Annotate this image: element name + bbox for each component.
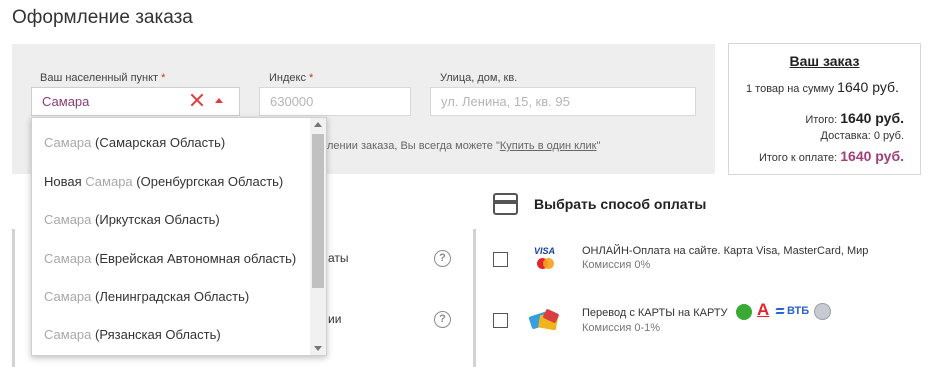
- scroll-down-arrow-icon[interactable]: [314, 346, 322, 351]
- delivery-option-label: аты: [328, 251, 349, 265]
- quick-buy-link[interactable]: Купить в один клик: [500, 140, 597, 152]
- city-suggestion[interactable]: Новая Самара (Оренбургская Область): [44, 174, 283, 189]
- help-icon[interactable]: ?: [434, 250, 451, 267]
- quick-buy-hint: лении заказа, Вы всегда можете "Купить в…: [327, 140, 601, 152]
- vtb-logo-icon: [776, 307, 784, 315]
- payment-transfer-title: Перевод с КАРТЫ на КАРТУ: [582, 307, 728, 319]
- city-suggestion[interactable]: Самара (Самарская Область): [44, 135, 225, 150]
- city-input[interactable]: Самара: [31, 87, 240, 116]
- street-input[interactable]: ул. Ленина, 15, кв. 95: [430, 87, 696, 116]
- scrollbar-thumb[interactable]: [312, 134, 324, 288]
- scroll-up-arrow-icon[interactable]: [314, 122, 322, 127]
- column-divider: [473, 229, 476, 367]
- order-delivery: Доставка: 0 руб.: [820, 130, 905, 142]
- delivery-column-border: [12, 229, 15, 367]
- city-label: Ваш населенный пункт *: [40, 72, 166, 84]
- visa-mastercard-icon: VISA: [532, 246, 560, 270]
- payment-online-commission: Комиссия 0%: [582, 259, 651, 271]
- city-suggestion[interactable]: Самара (Еврейская Автономная область): [44, 251, 296, 266]
- payment-header: Выбрать способ оплаты: [534, 196, 707, 212]
- payment-transfer-commission: Комиссия 0-1%: [582, 322, 661, 334]
- delivery-option-label: ии: [328, 312, 342, 326]
- city-suggestion[interactable]: Самара (Ленинградская Область): [44, 289, 249, 304]
- zip-label: Индекс *: [269, 72, 314, 84]
- bank-cards-icon: [528, 308, 562, 332]
- order-items-summary: 1 товар на сумму 1640 руб.: [746, 79, 899, 95]
- city-suggestion[interactable]: Самара (Рязанская Область): [44, 327, 221, 342]
- help-icon[interactable]: ?: [434, 311, 451, 328]
- order-summary: Ваш заказ 1 товар на сумму 1640 руб. Ито…: [728, 43, 921, 175]
- alfabank-icon: А: [757, 300, 770, 319]
- credit-card-icon: [493, 193, 518, 215]
- clear-city-icon[interactable]: [190, 93, 204, 107]
- payment-transfer-checkbox[interactable]: [493, 313, 508, 328]
- page-title: Оформление заказа: [12, 7, 193, 28]
- dropdown-scrollbar[interactable]: [310, 118, 326, 355]
- bank-emblem-icon: [814, 303, 831, 320]
- city-suggestion[interactable]: Самара (Иркутская Область): [44, 212, 220, 227]
- order-payable: Итого к оплате: 1640 руб.: [758, 148, 904, 164]
- street-label: Улица, дом, кв.: [440, 72, 518, 84]
- payment-online-checkbox[interactable]: [493, 252, 508, 267]
- order-title: Ваш заказ: [789, 53, 860, 69]
- order-total: Итого: 1640 руб.: [805, 110, 904, 126]
- zip-input[interactable]: 630000: [259, 87, 411, 116]
- city-suggestions-dropdown[interactable]: Самара (Самарская Область) Новая Самара …: [31, 117, 327, 356]
- vtb-icon: ВТБ: [787, 305, 810, 317]
- payment-online-title: ОНЛАЙН-Оплата на сайте. Карта Visa, Mast…: [582, 245, 869, 257]
- sberbank-icon: [736, 304, 752, 320]
- collapse-dropdown-icon[interactable]: [215, 98, 223, 103]
